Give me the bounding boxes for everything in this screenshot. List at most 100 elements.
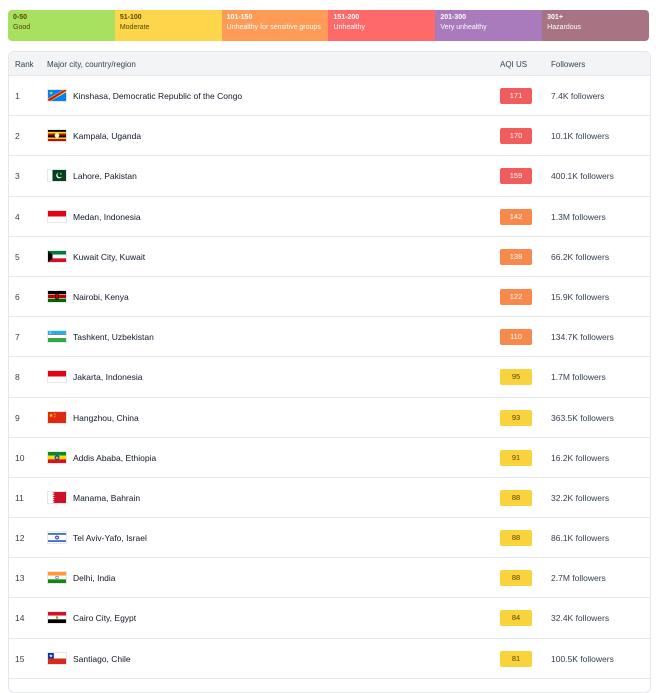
rank-cell: 12 xyxy=(15,533,24,543)
city-link[interactable]: Kampala, Uganda xyxy=(73,131,141,141)
table-row[interactable]: 11 Manama, Bahrain 88 32.2K followers xyxy=(9,478,650,518)
scale-label: Unhealthy for sensitive groups xyxy=(227,23,324,33)
table-row[interactable]: 4Medan, Indonesia1421.3M followers xyxy=(9,197,650,237)
flag-chile-icon xyxy=(47,652,67,665)
table-body: 1 Kinshasa, Democratic Republic of the Co… xyxy=(9,76,650,679)
ranking-table: Rank Major city, country/region AQI US F… xyxy=(8,51,651,693)
aqi-badge: 159 xyxy=(500,168,532,184)
aqi-badge: 138 xyxy=(500,249,532,265)
aqi-badge: 142 xyxy=(500,209,532,225)
scale-label: Moderate xyxy=(120,23,217,33)
rank-cell: 5 xyxy=(15,252,20,262)
flag-israel-icon xyxy=(47,531,67,544)
followers-count: 1.7M followers xyxy=(551,372,606,382)
table-row[interactable]: 15 Santiago, Chile 81 100.5K followers xyxy=(9,639,650,679)
scale-label: Very unhealthy xyxy=(440,23,537,33)
table-row[interactable]: 9Hangzhou, China93363.5K followers xyxy=(9,398,650,438)
city-link[interactable]: Jakarta, Indonesia xyxy=(73,372,142,382)
city-link[interactable]: Cairo City, Egypt xyxy=(73,613,136,623)
rank-cell: 7 xyxy=(15,332,20,342)
rank-cell: 1 xyxy=(15,91,20,101)
city-link[interactable]: Santiago, Chile xyxy=(73,654,131,664)
flag-kuwait-icon xyxy=(47,250,67,263)
followers-count: 100.5K followers xyxy=(551,654,614,664)
scale-segment: 51-100Moderate xyxy=(115,10,222,41)
header-rank[interactable]: Rank xyxy=(15,60,34,69)
flag-indonesia-icon xyxy=(47,210,67,223)
scale-range: 151-200 xyxy=(333,13,430,23)
followers-count: 7.4K followers xyxy=(551,91,604,101)
table-row[interactable]: 3Lahore, Pakistan159400.1K followers xyxy=(9,156,650,196)
flag-india-icon xyxy=(47,571,67,584)
table-row[interactable]: 12Tel Aviv-Yafo, Israel8886.1K followers xyxy=(9,518,650,558)
rank-cell: 15 xyxy=(15,654,24,664)
aqi-badge: 122 xyxy=(500,289,532,305)
aqi-color-scale: 0-50Good 51-100Moderate 101-150Unhealthy f… xyxy=(8,10,649,41)
header-aqi[interactable]: AQI US xyxy=(500,60,527,69)
header-followers[interactable]: Followers xyxy=(551,60,585,69)
flag-indonesia-icon xyxy=(47,370,67,383)
aqi-badge: 88 xyxy=(500,570,532,586)
flag-kenya-icon xyxy=(47,290,67,303)
scale-range: 51-100 xyxy=(120,13,217,23)
followers-count: 32.2K followers xyxy=(551,493,609,503)
table-row[interactable]: 14 Cairo City, Egypt 84 32.4K followers xyxy=(9,598,650,638)
flag-ethiopia-icon xyxy=(47,451,67,464)
followers-count: 15.9K followers xyxy=(551,292,609,302)
scale-segment: 151-200Unhealthy xyxy=(328,10,435,41)
flag-pakistan-icon xyxy=(47,169,67,182)
table-row[interactable]: 1 Kinshasa, Democratic Republic of the Co… xyxy=(9,76,650,116)
followers-count: 86.1K followers xyxy=(551,533,609,543)
table-row[interactable]: 2Kampala, Uganda17010.1K followers xyxy=(9,116,650,156)
followers-count: 134.7K followers xyxy=(551,332,614,342)
table-row[interactable]: 5 Kuwait City, Kuwait 138 66.2K followers xyxy=(9,237,650,277)
rank-cell: 6 xyxy=(15,292,20,302)
scale-range: 201-300 xyxy=(440,13,537,23)
scale-label: Good xyxy=(13,23,110,33)
city-link[interactable]: Manama, Bahrain xyxy=(73,493,140,503)
table-row[interactable]: 7Tashkent, Uzbekistan110134.7K followers xyxy=(9,317,650,357)
city-link[interactable]: Kinshasa, Democratic Republic of the Con… xyxy=(73,91,242,101)
rank-cell: 13 xyxy=(15,573,24,583)
scale-range: 301+ xyxy=(547,13,644,23)
followers-count: 1.3M followers xyxy=(551,212,606,222)
rank-cell: 2 xyxy=(15,131,20,141)
aqi-badge: 84 xyxy=(500,610,532,626)
city-link[interactable]: Medan, Indonesia xyxy=(73,212,141,222)
rank-cell: 11 xyxy=(15,493,24,503)
aqi-badge: 88 xyxy=(500,490,532,506)
city-link[interactable]: Hangzhou, China xyxy=(73,413,139,423)
followers-count: 10.1K followers xyxy=(551,131,609,141)
flag-china-icon xyxy=(47,411,67,424)
city-link[interactable]: Lahore, Pakistan xyxy=(73,171,137,181)
followers-count: 66.2K followers xyxy=(551,252,609,262)
aqi-badge: 81 xyxy=(500,651,532,667)
city-link[interactable]: Delhi, India xyxy=(73,573,116,583)
table-row[interactable]: 8Jakarta, Indonesia951.7M followers xyxy=(9,357,650,397)
city-link[interactable]: Kuwait City, Kuwait xyxy=(73,252,145,262)
city-link[interactable]: Tashkent, Uzbekistan xyxy=(73,332,154,342)
table-row[interactable]: 10Addis Ababa, Ethiopia9116.2K followers xyxy=(9,438,650,478)
scale-segment: 201-300Very unhealthy xyxy=(435,10,542,41)
table-row[interactable]: 6 Nairobi, Kenya 122 15.9K followers xyxy=(9,277,650,317)
rank-cell: 10 xyxy=(15,453,24,463)
flag-uzbekistan-icon xyxy=(47,330,67,343)
scale-range: 101-150 xyxy=(227,13,324,23)
scale-segment: 301+Hazardous xyxy=(542,10,649,41)
rank-cell: 3 xyxy=(15,171,20,181)
flag-uganda-icon xyxy=(47,129,67,142)
aqi-badge: 93 xyxy=(500,410,532,426)
city-link[interactable]: Nairobi, Kenya xyxy=(73,292,129,302)
scale-label: Unhealthy xyxy=(333,23,430,33)
followers-count: 363.5K followers xyxy=(551,413,614,423)
rank-cell: 8 xyxy=(15,372,20,382)
rank-cell: 14 xyxy=(15,613,24,623)
table-row[interactable]: 13Delhi, India882.7M followers xyxy=(9,558,650,598)
city-link[interactable]: Addis Ababa, Ethiopia xyxy=(73,453,156,463)
followers-count: 32.4K followers xyxy=(551,613,609,623)
scale-range: 0-50 xyxy=(13,13,110,23)
aqi-badge: 171 xyxy=(500,88,532,104)
flag-congo-dr-icon xyxy=(47,89,67,102)
header-city[interactable]: Major city, country/region xyxy=(47,60,136,69)
city-link[interactable]: Tel Aviv-Yafo, Israel xyxy=(73,533,147,543)
